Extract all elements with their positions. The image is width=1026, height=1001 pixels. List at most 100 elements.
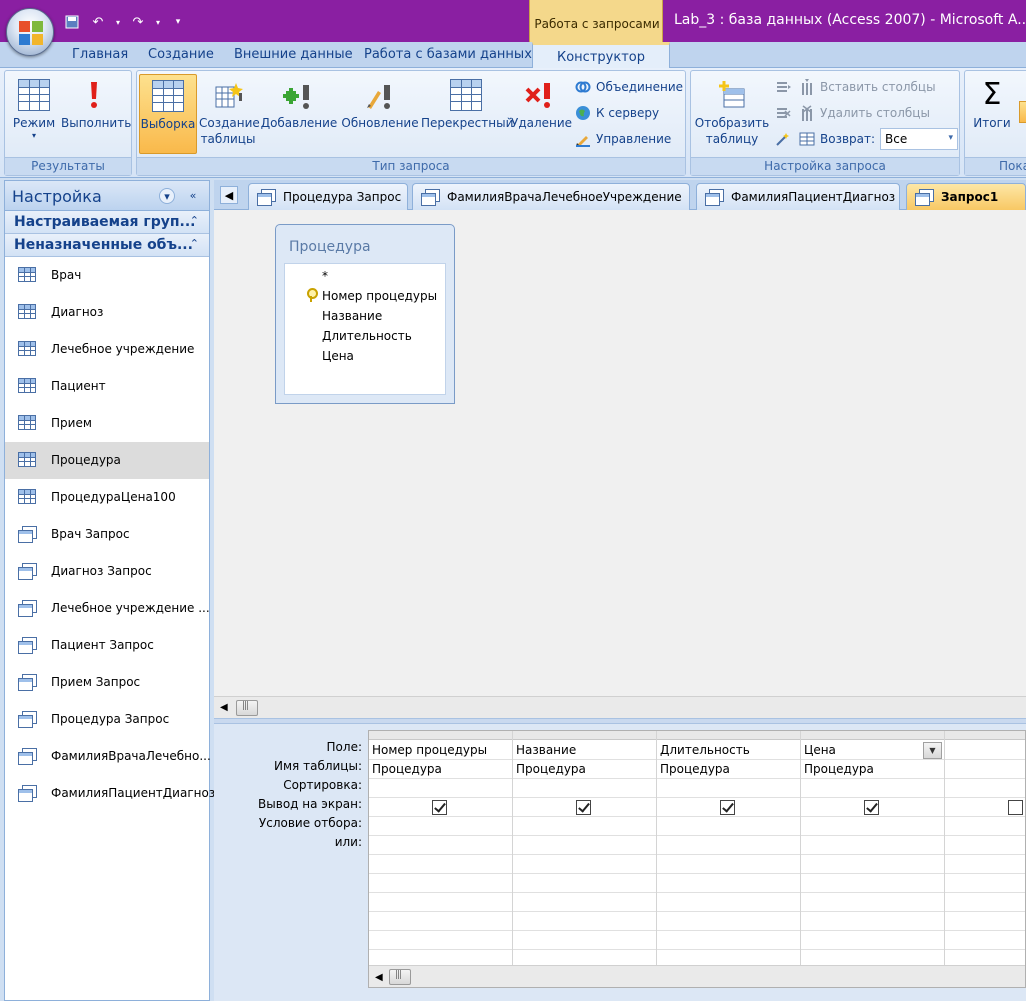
nav-item-query[interactable]: Процедура Запрос	[5, 701, 209, 738]
view-mode-button[interactable]: Режим ▾	[9, 74, 59, 154]
grid-cell-or[interactable]	[657, 912, 800, 931]
grid-cell-or[interactable]	[513, 931, 656, 950]
crosstab-query-button[interactable]: Перекрестный	[421, 74, 513, 154]
table-pane[interactable]: Процедура * Номер процедуры Название Дли…	[214, 210, 1026, 696]
scroll-thumb[interactable]	[389, 969, 411, 985]
grid-cell-or[interactable]	[513, 855, 656, 874]
tab-external-data[interactable]: Внешние данные	[234, 47, 353, 62]
collapse-group-icon[interactable]: ⌃	[190, 214, 199, 227]
grid-hscrollbar[interactable]: ◀	[369, 965, 1025, 987]
nav-item-query[interactable]: Пациент Запрос	[5, 627, 209, 664]
doc-tab-patient-diagnosis[interactable]: ФамилияПациентДиагноз	[696, 183, 900, 210]
undo-icon[interactable]: ↶	[88, 12, 108, 32]
nav-item-query[interactable]: ФамилияВрачаЛечебно...	[5, 738, 211, 775]
run-button[interactable]: Выполнить	[61, 74, 131, 154]
show-checkbox[interactable]	[576, 800, 591, 815]
grid-cell-or[interactable]	[369, 931, 512, 950]
nav-item-table[interactable]: Процедура	[5, 442, 209, 479]
nav-collapse-icon[interactable]: «	[185, 188, 201, 204]
nav-item-query[interactable]: Диагноз Запрос	[5, 553, 209, 590]
make-table-button[interactable]: Создание таблицы	[199, 74, 260, 154]
tab-home[interactable]: Главная	[72, 47, 128, 62]
tab-database-tools[interactable]: Работа с базами данных	[364, 47, 532, 62]
show-checkbox[interactable]	[720, 800, 735, 815]
field-procedure-number[interactable]: Номер процедуры	[322, 289, 437, 303]
nav-item-query[interactable]: Лечебное учреждение ...	[5, 590, 210, 627]
customize-toolbar-icon[interactable]: ▾	[168, 12, 188, 32]
grid-cell-or[interactable]	[945, 874, 1025, 893]
redo-dropdown-icon[interactable]: ▾	[154, 12, 162, 32]
grid-cell-or[interactable]	[513, 912, 656, 931]
delete-rows-button[interactable]	[775, 102, 791, 124]
column-selector[interactable]	[801, 731, 944, 740]
show-checkbox[interactable]	[432, 800, 447, 815]
grid-cell-or[interactable]	[657, 836, 800, 855]
grid-cell-show[interactable]	[513, 798, 656, 817]
tab-design[interactable]: Конструктор	[532, 42, 670, 69]
nav-item-table[interactable]: Врач	[5, 257, 209, 294]
nav-item-table[interactable]: Лечебное учреждение	[5, 331, 209, 368]
field-name[interactable]: Название	[322, 309, 382, 323]
grid-cell-criteria[interactable]	[369, 817, 512, 836]
grid-cell-or[interactable]	[801, 836, 944, 855]
grid-cell-table[interactable]: Процедура	[513, 760, 656, 779]
undo-dropdown-icon[interactable]: ▾	[114, 12, 122, 32]
field-dropdown-icon[interactable]: ▼	[923, 742, 942, 759]
return-values-combo[interactable]: Все ▾	[880, 128, 959, 150]
grid-cell-or[interactable]	[657, 931, 800, 950]
grid-cell-criteria[interactable]	[657, 817, 800, 836]
grid-cell-or[interactable]	[369, 855, 512, 874]
nav-menu-dropdown-icon[interactable]: ▾	[159, 188, 175, 204]
nav-item-table[interactable]: ПроцедураЦена100	[5, 479, 209, 516]
grid-cell-or[interactable]	[369, 874, 512, 893]
grid-cell-or[interactable]	[369, 893, 512, 912]
tab-scroll-left-icon[interactable]: ◀	[220, 186, 238, 204]
grid-cell-table[interactable]: Процедура	[657, 760, 800, 779]
grid-cell-sort[interactable]	[513, 779, 656, 798]
save-icon[interactable]	[62, 12, 82, 32]
grid-cell-sort[interactable]	[801, 779, 944, 798]
grid-cell-field[interactable]: Длительность	[657, 741, 800, 760]
grid-cell-or[interactable]	[945, 836, 1025, 855]
redo-icon[interactable]: ↷	[128, 12, 148, 32]
doc-tab-doctor-facility[interactable]: ФамилияВрачаЛечебноеУчреждение	[412, 183, 690, 210]
grid-cell-field[interactable]: Цена ▼	[801, 741, 944, 760]
grid-cell-or[interactable]	[801, 874, 944, 893]
grid-cell-or[interactable]	[801, 931, 944, 950]
grid-cell-sort[interactable]	[369, 779, 512, 798]
grid-cell-or[interactable]	[945, 912, 1025, 931]
scroll-thumb[interactable]	[236, 700, 258, 716]
column-selector[interactable]	[513, 731, 656, 740]
nav-item-table[interactable]: Пациент	[5, 368, 209, 405]
show-checkbox[interactable]	[864, 800, 879, 815]
grid-cell-or[interactable]	[657, 874, 800, 893]
pass-through-button[interactable]: К серверу	[575, 102, 659, 124]
column-selector[interactable]	[657, 731, 800, 740]
grid-cell-criteria[interactable]	[945, 817, 1025, 836]
nav-item-table[interactable]: Прием	[5, 405, 209, 442]
grid-cell-sort[interactable]	[945, 779, 1025, 798]
field-list-procedure[interactable]: Процедура * Номер процедуры Название Дли…	[275, 224, 455, 404]
doc-tab-query1[interactable]: Запрос1	[906, 183, 1026, 210]
grid-cell-criteria[interactable]	[801, 817, 944, 836]
nav-item-query[interactable]: ФамилияПациентДиагноз	[5, 775, 215, 812]
office-button[interactable]	[6, 8, 54, 56]
collapse-group-icon[interactable]: ⌃	[190, 237, 199, 250]
totals-button[interactable]: Σ Итоги	[967, 74, 1017, 154]
grid-cell-or[interactable]	[657, 893, 800, 912]
append-query-button[interactable]: Добавление	[259, 74, 339, 154]
union-query-button[interactable]: Объединение	[575, 76, 683, 98]
tab-create[interactable]: Создание	[148, 47, 214, 62]
scroll-left-icon[interactable]: ◀	[375, 972, 383, 983]
grid-cell-or[interactable]	[801, 893, 944, 912]
grid-cell-table[interactable]: Процедура	[801, 760, 944, 779]
grid-cell-or[interactable]	[945, 855, 1025, 874]
column-selector[interactable]	[945, 731, 1025, 740]
insert-columns-button[interactable]: Вставить столбцы	[799, 76, 936, 98]
grid-cell-show[interactable]	[369, 798, 512, 817]
grid-cell-or[interactable]	[513, 874, 656, 893]
grid-cell-or[interactable]	[369, 836, 512, 855]
grid-cell-or[interactable]	[657, 855, 800, 874]
nav-item-query[interactable]: Прием Запрос	[5, 664, 209, 701]
grid-cell-field[interactable]: Название	[513, 741, 656, 760]
